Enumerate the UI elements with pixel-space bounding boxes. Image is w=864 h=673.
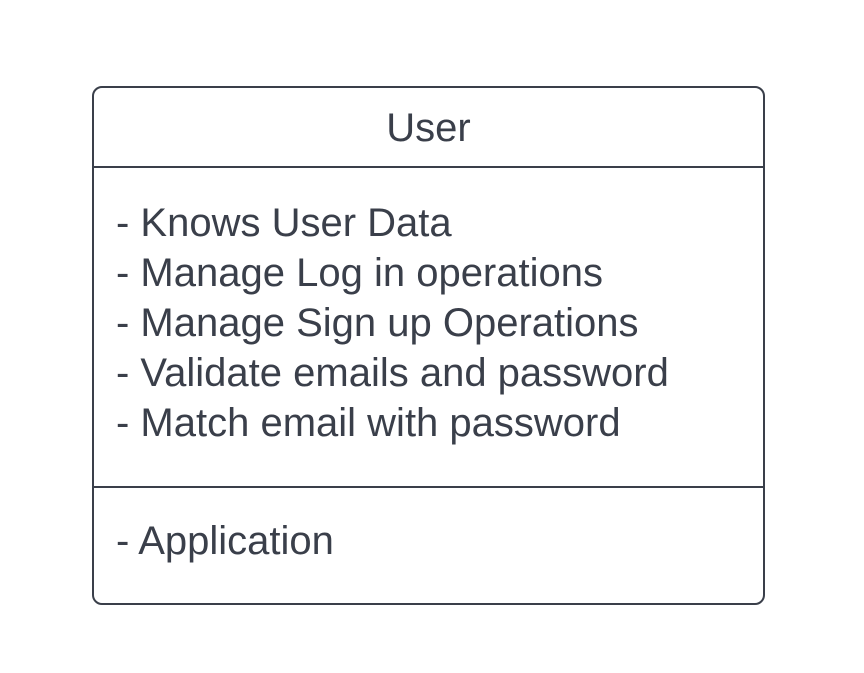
section-divider [94, 486, 763, 488]
responsibility-item: - Manage Sign up Operations [116, 301, 639, 345]
collaborator-item: - Application [116, 519, 334, 563]
crc-card-user[interactable]: User - Knows User Data - Manage Log in o… [92, 86, 765, 605]
responsibilities-list: - Knows User Data - Manage Log in operat… [116, 198, 669, 448]
responsibility-item: - Knows User Data [116, 201, 452, 245]
class-name: User [386, 106, 471, 150]
responsibility-item: - Match email with password [116, 401, 621, 445]
responsibility-item: - Manage Log in operations [116, 251, 603, 295]
collaborators-list: - Application [116, 516, 334, 566]
responsibility-item: - Validate emails and password [116, 351, 669, 395]
header-divider [94, 166, 763, 168]
